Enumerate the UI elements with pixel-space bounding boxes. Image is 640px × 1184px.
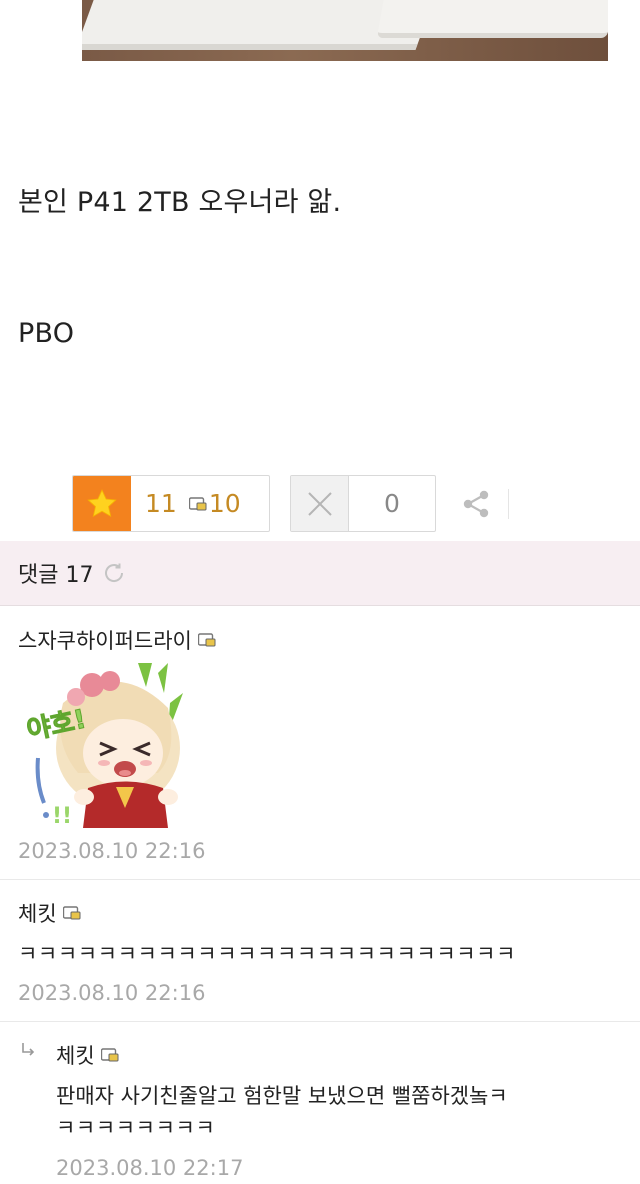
fixed-user-icon bbox=[197, 633, 216, 647]
fixed-user-recommend: 10 bbox=[188, 476, 241, 531]
comment-date: 2023.08.10 22:17 bbox=[56, 1156, 244, 1180]
fixed-user-icon bbox=[100, 1048, 119, 1062]
comment-item: 체킷 ㅋㅋㅋㅋㅋㅋㅋㅋㅋㅋㅋㅋㅋㅋㅋㅋㅋㅋㅋㅋㅋㅋㅋㅋㅋ 2023.08.10 … bbox=[0, 880, 640, 1022]
post-image bbox=[82, 0, 608, 61]
comments-header: 댓글 17 bbox=[0, 541, 640, 606]
comment-date: 2023.08.10 22:16 bbox=[18, 839, 206, 863]
comment-author-name[interactable]: 체킷 bbox=[56, 1040, 95, 1070]
post-body-line: 본인 P41 2TB 오우너라 앎. bbox=[18, 187, 342, 218]
comment-author-name[interactable]: 스자쿠하이퍼드라이 bbox=[18, 625, 192, 655]
comment-sticker: 야호! !! bbox=[18, 663, 183, 828]
sticker-image: 야호! !! bbox=[24, 663, 183, 828]
not-recommend-count: 0 bbox=[384, 489, 400, 518]
star-icon bbox=[73, 476, 131, 531]
recommend-button[interactable]: 11 10 bbox=[72, 475, 270, 532]
comments-count-label: 댓글 17 bbox=[18, 563, 94, 588]
refresh-icon[interactable] bbox=[101, 560, 127, 586]
recommend-count: 11 bbox=[145, 489, 177, 518]
svg-text:!!: !! bbox=[52, 804, 72, 828]
reply-comment-item: 체킷 판매자 사기친줄알고 험한말 보냈으면 뻘쭘하겠놐ㅋ ㅋㅋㅋㅋㅋㅋㅋㅋ 2… bbox=[0, 1022, 640, 1184]
comment-author-name[interactable]: 체킷 bbox=[18, 898, 57, 928]
comment-text-line: 판매자 사기친줄알고 험한말 보냈으면 뻘쭘하겠놐ㅋ bbox=[56, 1084, 508, 1108]
not-recommend-button[interactable]: 0 bbox=[290, 475, 436, 532]
comment-author[interactable]: 스자쿠하이퍼드라이 bbox=[18, 625, 216, 655]
close-x-icon bbox=[291, 476, 349, 531]
reply-arrow-icon bbox=[22, 1043, 35, 1056]
fixed-user-icon bbox=[188, 496, 207, 510]
comment-author[interactable]: 체킷 bbox=[18, 898, 81, 928]
share-icon bbox=[463, 490, 489, 517]
comment-date: 2023.08.10 22:16 bbox=[18, 981, 206, 1005]
fixed-user-count: 10 bbox=[208, 489, 241, 518]
comment-text: ㅋㅋㅋㅋㅋㅋㅋㅋㅋㅋㅋㅋㅋㅋㅋㅋㅋㅋㅋㅋㅋㅋㅋㅋㅋ bbox=[18, 942, 516, 966]
share-button[interactable] bbox=[460, 488, 492, 520]
comment-text-line: ㅋㅋㅋㅋㅋㅋㅋㅋ bbox=[56, 1116, 216, 1140]
vote-bar: 11 10 0 bbox=[72, 475, 509, 532]
comment-author[interactable]: 체킷 bbox=[56, 1040, 119, 1070]
post-body-line: PBO bbox=[18, 318, 75, 349]
fixed-user-icon bbox=[62, 906, 81, 920]
